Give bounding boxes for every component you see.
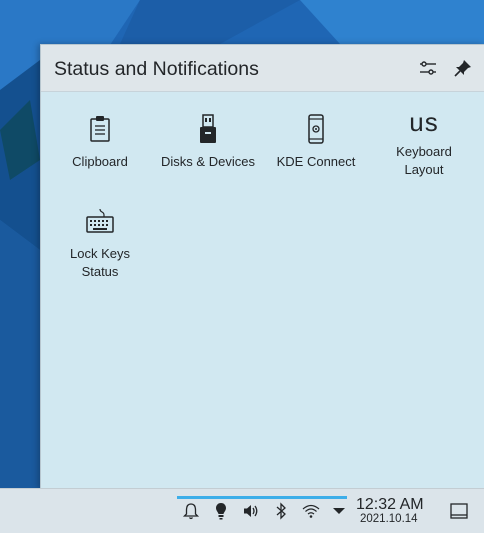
system-tray-active-indicator [177, 496, 347, 499]
expand-arrow-icon[interactable] [329, 501, 349, 521]
applet-label-line2: Layout [404, 162, 444, 177]
lightbulb-icon[interactable] [211, 501, 231, 521]
applet-label: Clipboard [72, 154, 128, 169]
clock-time[interactable]: 12:32 AM [356, 496, 424, 514]
popup-header: Status and Notifications [41, 45, 484, 92]
applet-label-line2: Status [81, 264, 119, 279]
bottom-panel: 12:32 AM 2021.10.14 [0, 488, 484, 533]
applet-label: Lock Keys Status [46, 245, 154, 281]
applet-label: Disks & Devices [161, 154, 255, 169]
applet-clipboard[interactable]: Clipboard [46, 113, 154, 171]
popup-title: Status and Notifications [54, 58, 259, 80]
applet-keyboard-layout[interactable]: us Keyboard Layout [370, 107, 478, 179]
applet-label-line1: Keyboard [396, 144, 452, 159]
applet-disks-devices[interactable]: Disks & Devices [154, 113, 262, 171]
applet-kde-connect[interactable]: KDE Connect [262, 113, 370, 171]
volume-icon[interactable] [241, 501, 261, 521]
phone-icon [308, 114, 324, 144]
usb-drive-icon [200, 114, 216, 143]
bluetooth-icon[interactable] [271, 501, 291, 521]
status-notifications-popup: Status and Notifications Clipboard Disks… [40, 44, 484, 489]
show-desktop-icon[interactable] [449, 501, 469, 521]
keyboard-layout-indicator: us [409, 107, 439, 137]
applet-label: Keyboard Layout [370, 143, 478, 179]
clock-date[interactable]: 2021.10.14 [360, 513, 418, 525]
keyboard-icon [86, 208, 114, 233]
wifi-icon[interactable] [301, 501, 321, 521]
pin-icon[interactable] [453, 58, 473, 78]
applet-lock-keys-status[interactable]: Lock Keys Status [46, 205, 154, 281]
configure-icon[interactable] [418, 58, 438, 78]
applet-label: KDE Connect [276, 154, 356, 169]
clipboard-icon [90, 116, 110, 142]
applet-label-line1: Lock Keys [70, 246, 130, 261]
bell-icon[interactable] [181, 501, 201, 521]
